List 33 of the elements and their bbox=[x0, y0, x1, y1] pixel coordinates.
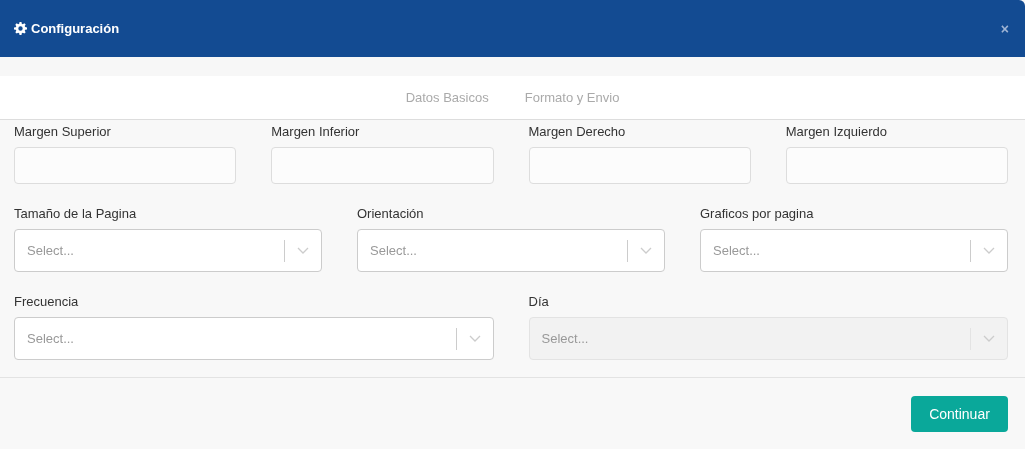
field-label: Margen Superior bbox=[14, 124, 112, 139]
field-label: Margen Derecho bbox=[528, 124, 627, 139]
continue-button[interactable]: Continuar bbox=[911, 395, 1008, 432]
field-label: Margen Izquierdo bbox=[785, 124, 888, 139]
select-field[interactable]: Select... bbox=[700, 229, 1008, 272]
placeholder: Select... bbox=[541, 331, 590, 346]
chevron-down-icon bbox=[640, 247, 652, 254]
field-label: Tamaño de la Pagina bbox=[14, 206, 138, 221]
input-field[interactable] bbox=[14, 147, 237, 184]
placeholder: Select... bbox=[27, 331, 75, 346]
select-field[interactable]: Select... bbox=[14, 317, 494, 360]
placeholder: Select... bbox=[370, 243, 418, 258]
settings-icon bbox=[14, 22, 27, 35]
field-label: Graficos por pagina bbox=[700, 206, 815, 221]
chevron-down-icon bbox=[983, 247, 995, 254]
input-field[interactable] bbox=[271, 147, 494, 184]
input-field[interactable] bbox=[528, 147, 751, 184]
chevron-down-icon bbox=[468, 335, 481, 342]
field-label: Día bbox=[528, 294, 550, 309]
field-label: Frecuencia bbox=[14, 294, 80, 309]
select-field[interactable]: Select... bbox=[357, 229, 665, 272]
tab[interactable]: Formato y Envio bbox=[524, 86, 620, 109]
field-label: Orientación bbox=[357, 206, 425, 221]
input-field[interactable] bbox=[785, 147, 1008, 184]
chevron-down-icon bbox=[983, 335, 995, 342]
placeholder: Select... bbox=[713, 243, 761, 258]
field-label: Margen Inferior bbox=[271, 124, 361, 139]
placeholder: Select... bbox=[27, 243, 75, 258]
dialog-title: Configuración bbox=[31, 21, 121, 36]
tab[interactable]: Datos Basicos bbox=[405, 86, 489, 109]
close-button[interactable]: × bbox=[998, 20, 1011, 37]
chevron-down-icon bbox=[297, 247, 309, 254]
select-field[interactable]: Select... bbox=[14, 229, 322, 272]
